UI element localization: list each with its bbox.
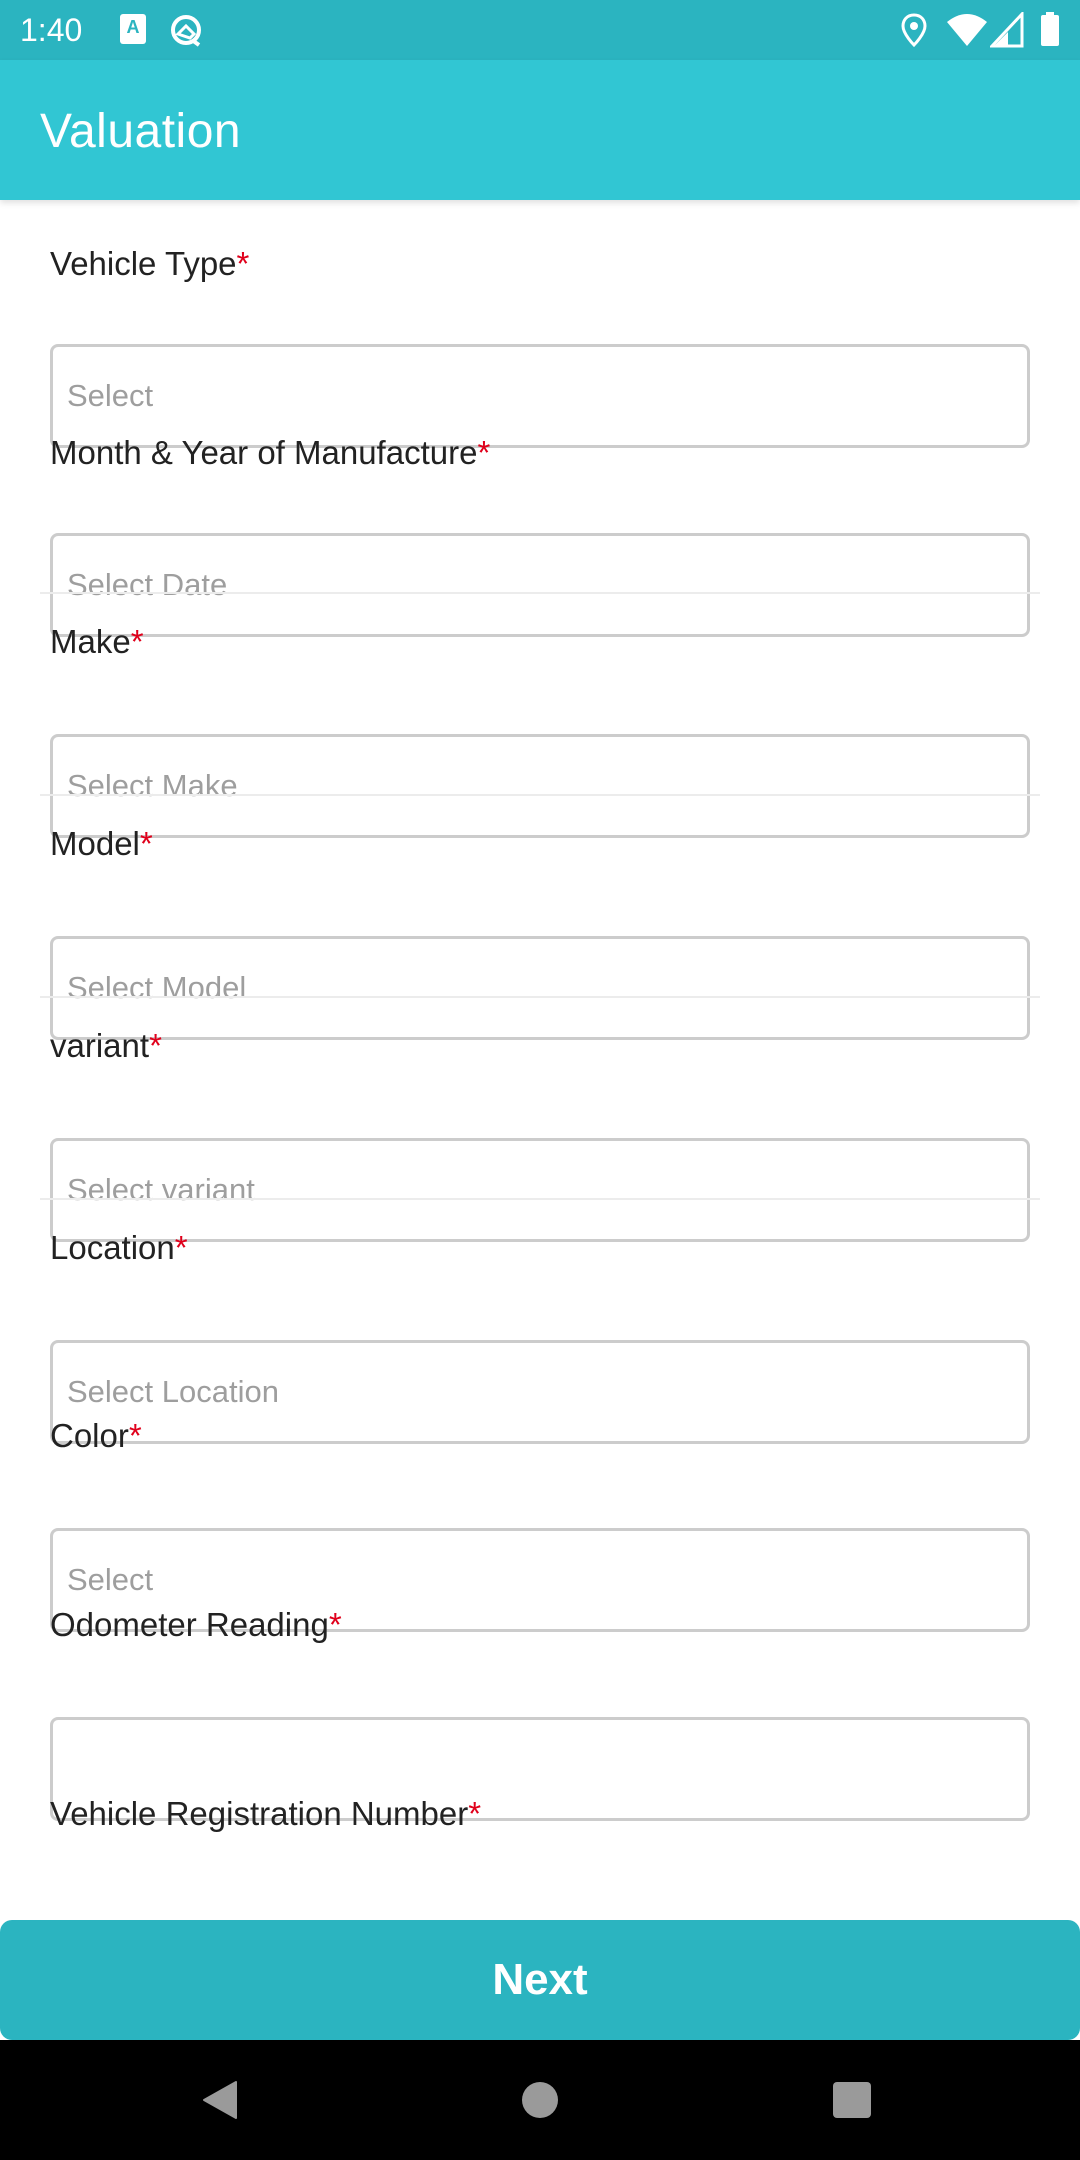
field-label: variant*: [50, 1026, 162, 1066]
required-marker: *: [236, 245, 250, 282]
required-marker: *: [468, 1795, 482, 1832]
label-text: Location: [50, 1229, 175, 1266]
required-marker: *: [139, 825, 153, 862]
label-text: variant: [50, 1027, 150, 1064]
cellular-signal-icon: [990, 12, 1024, 48]
variant-select[interactable]: [50, 1138, 1030, 1242]
required-marker: *: [149, 1027, 162, 1064]
label-text: Odometer Reading: [50, 1606, 329, 1643]
android-q-icon: [171, 15, 201, 47]
label-text: Color: [50, 1417, 129, 1454]
required-marker: *: [477, 434, 491, 471]
manufacture-date-select[interactable]: [50, 533, 1030, 637]
app-bar: Valuation: [0, 60, 1080, 200]
label-text: Month & Year of Manufacture: [50, 434, 478, 471]
divider: [40, 794, 1040, 796]
required-marker: *: [128, 1417, 142, 1454]
battery-icon: [1041, 12, 1059, 46]
recents-icon[interactable]: [833, 2082, 871, 2118]
required-marker: *: [328, 1606, 342, 1643]
field-label: Model*: [50, 824, 153, 864]
field-label: Location*: [50, 1228, 188, 1268]
required-marker: *: [130, 623, 144, 660]
field-label: Odometer Reading*: [50, 1605, 342, 1645]
field-label: Month & Year of Manufacture*: [50, 433, 490, 473]
field-label: Vehicle Registration Number*: [50, 1794, 481, 1834]
accessibility-a-icon: A: [120, 14, 146, 44]
field-label: Vehicle Type*: [50, 244, 249, 284]
label-text: Make: [50, 623, 131, 660]
wifi-icon: [947, 14, 987, 46]
label-text: Vehicle Type: [50, 245, 237, 282]
back-icon[interactable]: [200, 2080, 240, 2120]
divider: [40, 996, 1040, 998]
location-select[interactable]: [50, 1340, 1030, 1444]
required-marker: *: [174, 1229, 188, 1266]
label-text: Vehicle Registration Number: [50, 1795, 469, 1832]
location-icon: [901, 13, 927, 48]
field-label: Make*: [50, 622, 144, 662]
next-button[interactable]: Next: [0, 1920, 1080, 2040]
divider: [40, 592, 1040, 594]
page-title: Valuation: [40, 105, 242, 158]
divider: [40, 1198, 1040, 1200]
status-bar: 1:40 A: [0, 0, 1080, 60]
valuation-form: Vehicle Type* Month & Year of Manufactur…: [0, 200, 1080, 1900]
label-text: Model: [50, 825, 140, 862]
field-label: Color*: [50, 1416, 142, 1456]
home-icon[interactable]: [522, 2082, 558, 2118]
make-select[interactable]: [50, 734, 1030, 838]
system-nav-bar: [0, 2040, 1080, 2160]
model-select[interactable]: [50, 936, 1030, 1040]
status-time: 1:40: [20, 12, 83, 48]
